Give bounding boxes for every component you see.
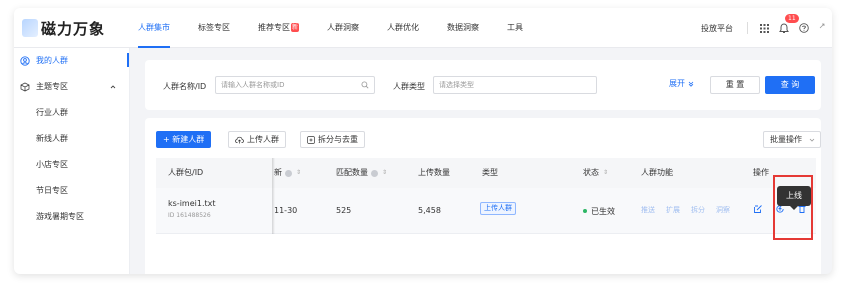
- match-count: 525: [336, 206, 352, 215]
- type-tag: 上传人群: [480, 202, 516, 215]
- upload-count: 5,458: [418, 206, 441, 215]
- sort-icon[interactable]: ⇕: [296, 158, 301, 188]
- main-nav: 人群集市 标签专区 推荐专区新 人群洞察 人群优化 数据洞察 工具: [138, 8, 551, 48]
- sidebar: 我的人群 主题专区 行业人群 新线人群 小店专区 节日专区 游戏暑期专区: [14, 48, 130, 274]
- sidebar-item-label: 主题专区: [36, 82, 68, 91]
- status-dot: [583, 209, 587, 213]
- status-badge: 已生效: [583, 206, 615, 217]
- app-window: 磁力万象 人群集市 标签专区 推荐专区新 人群洞察 人群优化 数据洞察 工具 投…: [14, 8, 832, 274]
- new-audience-button[interactable]: + 新建人群: [156, 131, 212, 148]
- sort-icon[interactable]: ⇕: [382, 158, 387, 188]
- col-updated[interactable]: 新 ⇕: [274, 158, 301, 188]
- func-insight-link[interactable]: 洞察: [716, 205, 730, 215]
- help-icon[interactable]: [798, 22, 810, 34]
- reset-button[interactable]: 重 置: [710, 76, 760, 94]
- nav-item-tag-zone[interactable]: 标签专区: [198, 8, 230, 48]
- audience-id: ID 161488526: [168, 212, 211, 219]
- col-name-id: 人群包/ID: [168, 168, 204, 177]
- sidebar-item-game-summer[interactable]: 游戏暑期专区: [14, 204, 129, 230]
- func-split-link[interactable]: 拆分: [691, 205, 705, 215]
- brand-logo[interactable]: 磁力万象: [22, 17, 105, 39]
- col-match-count[interactable]: 匹配数量 ⇕: [336, 158, 387, 188]
- func-extend-link[interactable]: 扩展: [666, 205, 680, 215]
- table-row: ks-imei1.txt ID 161488526 11-30 525 5,45…: [156, 188, 816, 234]
- name-filter-label: 人群名称/ID: [163, 82, 207, 91]
- chevron-down-icon: [809, 138, 815, 142]
- top-header: 磁力万象 人群集市 标签专区 推荐专区新 人群洞察 人群优化 数据洞察 工具 投…: [14, 8, 832, 48]
- nav-item-audience-insight[interactable]: 人群洞察: [327, 8, 359, 48]
- user-icon: [20, 56, 30, 66]
- sort-icon[interactable]: ⇕: [603, 158, 608, 188]
- sidebar-item-my-audience[interactable]: 我的人群: [14, 48, 129, 74]
- nav-item-recommend-zone[interactable]: 推荐专区新: [258, 8, 300, 48]
- sidebar-item-new-tier[interactable]: 新线人群: [14, 126, 129, 152]
- nav-item-tools[interactable]: 工具: [507, 8, 523, 48]
- header-right: 投放平台 11: [701, 8, 818, 48]
- func-push-link[interactable]: 推送: [641, 205, 655, 215]
- sidebar-item-topic-zone[interactable]: 主题专区: [14, 74, 129, 100]
- cube-icon: [20, 82, 30, 92]
- col-functions: 人群功能: [641, 168, 673, 177]
- sidebar-item-holiday[interactable]: 节日专区: [14, 178, 129, 204]
- notification-badge: 11: [785, 14, 799, 23]
- col-type: 类型: [482, 168, 498, 177]
- col-status[interactable]: 状态 ⇕: [583, 158, 608, 188]
- audience-name[interactable]: ks-imei1.txt: [168, 199, 216, 208]
- edit-icon[interactable]: [753, 204, 763, 214]
- expand-filters-button[interactable]: 展开: [669, 78, 694, 89]
- audience-table: 人群包/ID 新 ⇕ 匹配数量 ⇕ 上传数量 类型 状态 ⇕ 人群功能 操作 ks-i…: [156, 158, 816, 235]
- col-actions: 操作: [753, 168, 769, 177]
- nav-item-audience-optimize[interactable]: 人群优化: [387, 8, 419, 48]
- new-tag: 新: [291, 23, 300, 32]
- upload-audience-button[interactable]: 上传人群: [228, 131, 286, 148]
- brand-name: 磁力万象: [41, 19, 106, 38]
- platform-link[interactable]: 投放平台: [701, 23, 733, 34]
- split-icon: [307, 135, 315, 144]
- col-upload-count: 上传数量: [418, 168, 450, 177]
- sidebar-item-industry[interactable]: 行业人群: [14, 100, 129, 126]
- info-icon: [285, 169, 292, 177]
- nav-item-data-insight[interactable]: 数据洞察: [447, 8, 479, 48]
- split-dedupe-button[interactable]: 拆分与去重: [300, 131, 365, 148]
- table-header: 人群包/ID 新 ⇕ 匹配数量 ⇕ 上传数量 类型 状态 ⇕ 人群功能 操作: [156, 158, 816, 188]
- type-filter-label: 人群类型: [393, 82, 425, 91]
- sidebar-item-label: 我的人群: [36, 56, 68, 65]
- divider: [747, 22, 748, 34]
- cloud-upload-icon: [235, 136, 244, 143]
- search-icon: [361, 81, 369, 89]
- sidebar-item-shop[interactable]: 小店专区: [14, 152, 129, 178]
- nav-item-audience-market[interactable]: 人群集市: [138, 8, 170, 48]
- filter-panel: 人群名称/ID 请输入人群名称或ID 人群类型 请选择类型 展开 重 置 查 询: [145, 60, 821, 110]
- double-chevron-down-icon: [688, 81, 694, 87]
- fixed-column-shadow: [272, 158, 275, 234]
- expand-window-icon[interactable]: [818, 22, 826, 30]
- updated-date: 11-30: [274, 206, 298, 215]
- name-search-input[interactable]: 请输入人群名称或ID: [215, 76, 375, 94]
- bell-icon[interactable]: 11: [778, 14, 799, 34]
- audience-list-panel: + 新建人群 上传人群 拆分与去重 批量操作 人群包/ID 新 ⇕ 匹配数量 ⇕ 上…: [145, 118, 821, 274]
- query-button[interactable]: 查 询: [765, 76, 815, 94]
- highlight-box: [773, 175, 813, 240]
- batch-operations-dropdown[interactable]: 批量操作: [763, 131, 821, 148]
- type-select[interactable]: 请选择类型: [433, 76, 597, 94]
- logo-mark-icon: [22, 19, 38, 37]
- apps-grid-icon[interactable]: [758, 22, 770, 34]
- info-icon: [371, 169, 378, 177]
- chevron-up-icon: [110, 85, 116, 89]
